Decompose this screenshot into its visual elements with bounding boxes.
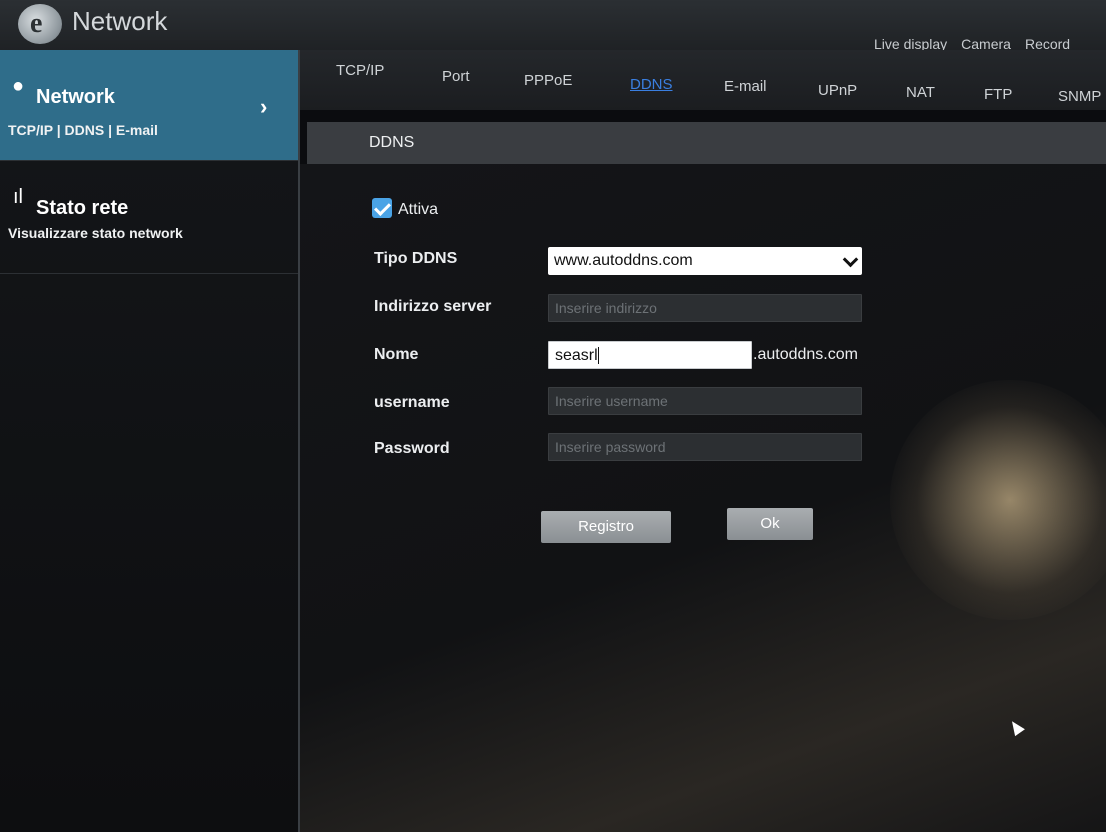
tab-pppoe[interactable]: PPPoE <box>524 72 572 89</box>
sidebar-item-title: Network <box>36 86 115 108</box>
tab-upnp[interactable]: UPnP <box>818 82 857 99</box>
sidebar-item-subtitle: Visualizzare stato network <box>8 225 183 241</box>
ok-button[interactable]: Ok <box>727 508 813 540</box>
app-logo: e <box>18 4 62 44</box>
ddns-type-label: Tipo DDNS <box>374 250 458 267</box>
server-input[interactable]: Inserire indirizzo <box>548 294 862 322</box>
section-title: DDNS <box>369 134 415 151</box>
tab-ftp[interactable]: FTP <box>984 86 1012 103</box>
enable-label: Attiva <box>398 201 439 218</box>
register-button[interactable]: Registro <box>541 511 671 543</box>
tab-nat[interactable]: NAT <box>906 84 935 101</box>
enable-checkbox[interactable] <box>372 198 392 218</box>
username-label: username <box>374 394 450 411</box>
sidebar-item-network[interactable]: ● Network TCP/IP | DDNS | E-mail › <box>0 50 298 161</box>
password-input[interactable]: Inserire password <box>548 433 862 461</box>
tab-tcpip[interactable]: TCP/IP <box>336 62 384 79</box>
name-input[interactable]: seasrl <box>548 341 752 369</box>
chevron-right-icon: › <box>260 94 268 119</box>
sidebar-item-title: Stato rete <box>36 197 129 219</box>
tab-port[interactable]: Port <box>442 68 470 85</box>
sidebar-item-network-status[interactable]: ıl Stato rete Visualizzare stato network <box>0 161 298 274</box>
ddns-type-select[interactable]: www.autoddns.com <box>548 247 862 275</box>
password-label: Password <box>374 440 450 457</box>
title-bar: e Network Live display Camera Record <box>0 0 1106 52</box>
sidebar: ● Network TCP/IP | DDNS | E-mail › ıl St… <box>0 50 300 832</box>
text-caret <box>597 347 599 365</box>
username-input[interactable]: Inserire username <box>548 387 862 415</box>
app-title: Network <box>72 6 168 36</box>
section-header: DDNS <box>307 122 1106 164</box>
server-label: Indirizzo server <box>374 298 492 315</box>
tab-snmp[interactable]: SNMP <box>1058 88 1101 105</box>
ddns-type-value: www.autoddns.com <box>554 252 693 269</box>
name-label: Nome <box>374 346 419 363</box>
chevron-down-icon <box>842 251 859 268</box>
name-value: seasrl <box>555 347 598 364</box>
globe-icon: ● <box>11 75 25 97</box>
sidebar-item-subtitle: TCP/IP | DDNS | E-mail <box>8 122 158 138</box>
name-suffix: .autoddns.com <box>753 346 858 363</box>
tab-bar: TCP/IP Port PPPoE DDNS E-mail UPnP NAT F… <box>300 50 1106 110</box>
signal-bars-icon: ıl <box>13 186 23 208</box>
tab-ddns[interactable]: DDNS <box>630 76 673 93</box>
tab-email[interactable]: E-mail <box>724 78 767 95</box>
